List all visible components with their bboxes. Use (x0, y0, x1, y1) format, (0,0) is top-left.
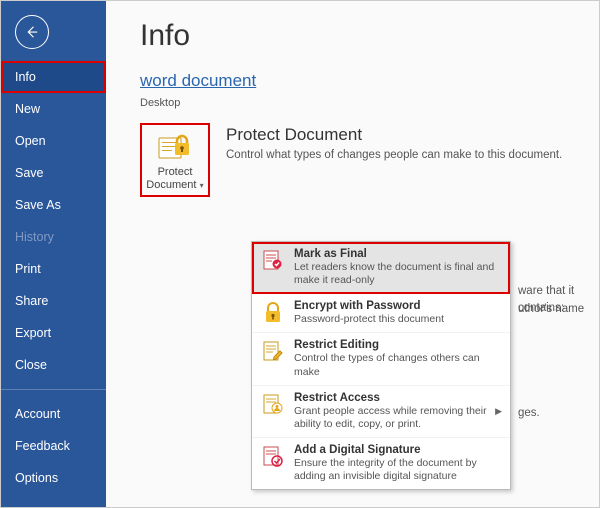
menu-encrypt-with-password[interactable]: Encrypt with PasswordPassword-protect th… (252, 294, 510, 333)
shield-lock-icon (157, 130, 193, 162)
chevron-down-icon: ▾ (197, 181, 203, 190)
menu-item-desc: Ensure the integrity of the document by … (294, 457, 502, 483)
nav-feedback[interactable]: Feedback (1, 430, 106, 462)
nav-open[interactable]: Open (1, 125, 106, 157)
chevron-right-icon: ▶ (495, 406, 502, 417)
versions-fragment: ges. (518, 405, 540, 422)
nav-export[interactable]: Export (1, 317, 106, 349)
nav-save[interactable]: Save (1, 157, 106, 189)
nav-account[interactable]: Account (1, 398, 106, 430)
protect-document-button[interactable]: Protect Document ▾ (140, 123, 210, 197)
menu-restrict-access[interactable]: Restrict AccessGrant people access while… (252, 386, 510, 438)
menu-item-title: Mark as Final (294, 248, 502, 260)
word-backstage: InfoNewOpenSaveSave AsHistoryPrintShareE… (0, 0, 600, 508)
protect-heading: Protect Document (226, 125, 562, 145)
back-button[interactable] (15, 15, 49, 49)
menu-restrict-editing[interactable]: Restrict EditingControl the types of cha… (252, 333, 510, 385)
menu-item-desc: Grant people access while removing their… (294, 405, 487, 431)
restrict-edit-icon (260, 339, 286, 365)
backstage-sidebar: InfoNewOpenSaveSave AsHistoryPrintShareE… (1, 1, 106, 507)
nav-divider (1, 389, 106, 390)
protect-desc-text: Control what types of changes people can… (226, 149, 562, 161)
main-pane: Info word document Desktop Protect Docum… (106, 1, 599, 507)
restrict-access-icon (260, 392, 286, 418)
final-icon (260, 248, 286, 274)
nav-share[interactable]: Share (1, 285, 106, 317)
menu-item-title: Encrypt with Password (294, 300, 444, 312)
menu-item-title: Add a Digital Signature (294, 444, 502, 456)
nav-options[interactable]: Options (1, 462, 106, 494)
menu-item-title: Restrict Editing (294, 339, 502, 351)
protect-section: Protect Document ▾ Protect Document Cont… (140, 123, 599, 197)
menu-item-title: Restrict Access (294, 392, 487, 404)
inspect-fragment-2: uthor's name (518, 301, 584, 318)
nav-close[interactable]: Close (1, 349, 106, 381)
protect-button-label: Protect Document ▾ (145, 166, 205, 192)
protect-dropdown: Mark as FinalLet readers know the docume… (251, 241, 511, 490)
menu-item-desc: Let readers know the document is final a… (294, 261, 502, 287)
protect-description: Protect Document Control what types of c… (226, 123, 562, 161)
menu-add-a-digital-signature[interactable]: Add a Digital SignatureEnsure the integr… (252, 438, 510, 489)
page-title: Info (140, 19, 599, 53)
nav-print[interactable]: Print (1, 253, 106, 285)
arrow-left-icon (23, 23, 41, 41)
nav-new[interactable]: New (1, 93, 106, 125)
menu-item-desc: Control the types of changes others can … (294, 352, 502, 378)
nav-info[interactable]: Info (1, 61, 106, 93)
signature-icon (260, 444, 286, 470)
document-title[interactable]: word document (140, 71, 599, 91)
nav-save-as[interactable]: Save As (1, 189, 106, 221)
document-location: Desktop (140, 97, 599, 109)
menu-mark-as-final[interactable]: Mark as FinalLet readers know the docume… (252, 242, 510, 294)
menu-item-desc: Password-protect this document (294, 313, 444, 326)
lock-icon (260, 300, 286, 326)
nav-history: History (1, 221, 106, 253)
